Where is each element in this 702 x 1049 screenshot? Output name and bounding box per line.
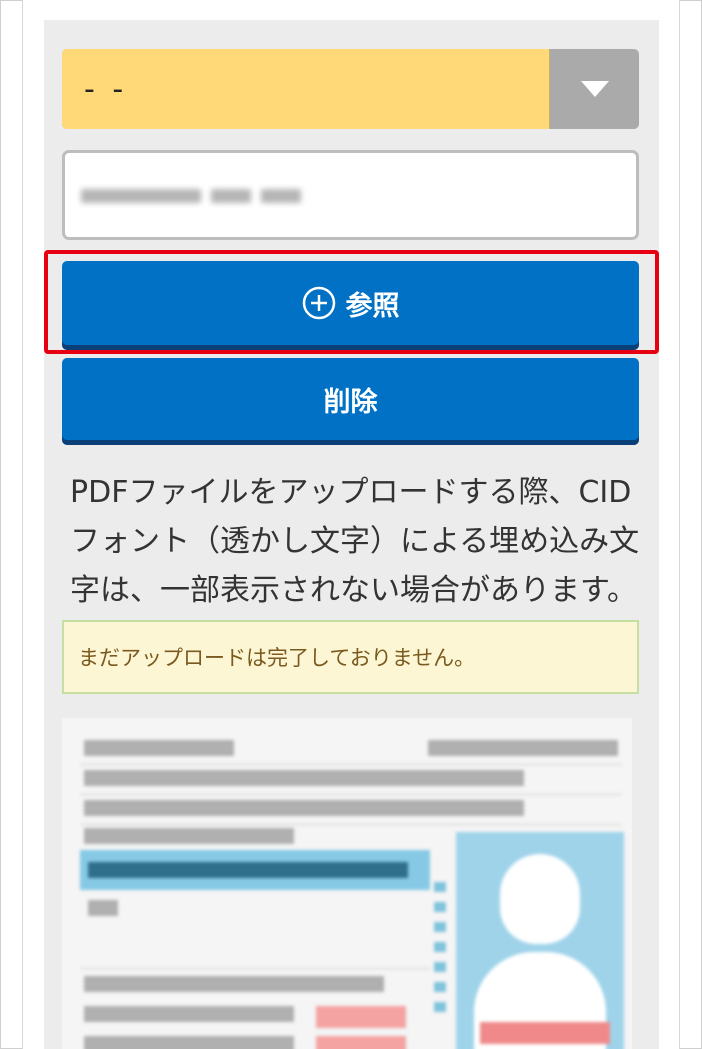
browse-button[interactable]: 参照 <box>62 261 639 345</box>
plus-circle-icon <box>302 286 336 320</box>
filename-field[interactable] <box>62 150 639 240</box>
chevron-down-icon <box>580 81 609 97</box>
delete-button-label: 削除 <box>323 386 378 418</box>
select-arrow[interactable] <box>550 49 639 129</box>
upload-status-text: まだアップロードは完了しておりません。 <box>78 646 476 670</box>
document-preview-image <box>62 718 632 1049</box>
delete-button[interactable]: 削除 <box>62 358 639 440</box>
document-type-select[interactable]: - - <box>62 49 639 129</box>
browse-button-label: 参照 <box>345 290 400 322</box>
upload-status-alert: まだアップロードは完了しておりません。 <box>62 620 639 694</box>
select-value: - - <box>62 49 550 129</box>
pdf-notice-text: PDFファイルをアップロードする際、CIDフォント（透かし文字）による埋め込み文… <box>70 475 640 608</box>
filename-blurred <box>81 183 307 209</box>
